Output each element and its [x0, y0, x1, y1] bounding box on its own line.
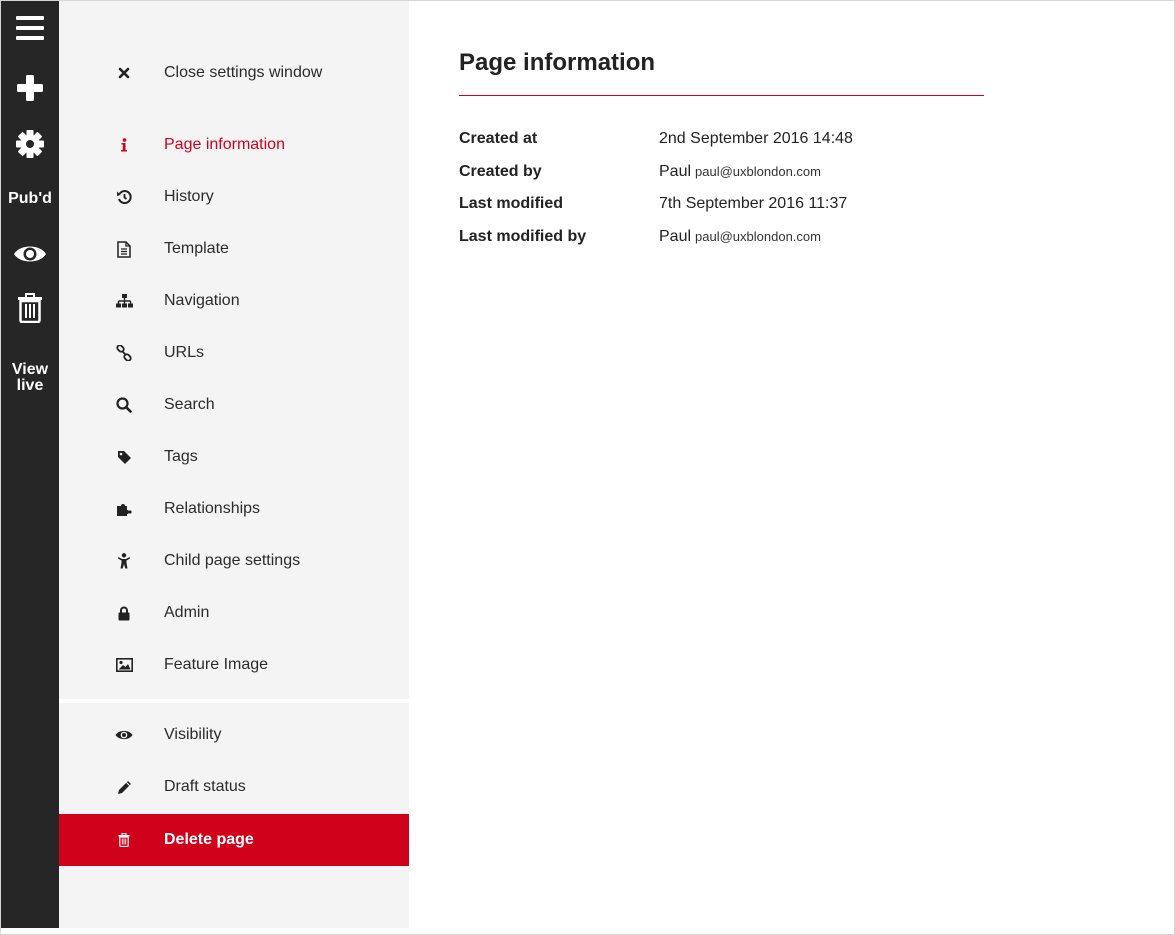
- trash-icon: [18, 293, 42, 323]
- link-icon: [114, 343, 134, 363]
- menu-item-label: URLs: [164, 344, 205, 361]
- info-row-last-modified-by: Last modified by Paul paul@uxblondon.com: [459, 221, 984, 254]
- menu-item-history[interactable]: History: [59, 171, 409, 223]
- menu-item-admin[interactable]: Admin: [59, 587, 409, 639]
- menu-item-label: Page information: [164, 136, 285, 153]
- menu-item-draft-status[interactable]: Draft status: [59, 761, 409, 813]
- view-live-button[interactable]: View live: [1, 362, 59, 394]
- document-icon: [114, 239, 134, 259]
- info-value: 2nd September 2016 14:48: [659, 130, 853, 148]
- delete-page-label: Delete page: [164, 831, 254, 848]
- menu-item-urls[interactable]: URLs: [59, 327, 409, 379]
- history-icon: [114, 187, 134, 207]
- settings-panel: Close settings window Page information H…: [59, 1, 409, 928]
- menu-item-label: Child page settings: [164, 552, 301, 569]
- info-label: Created at: [459, 130, 538, 148]
- menu-item-navigation[interactable]: Navigation: [59, 275, 409, 327]
- plus-icon: [17, 75, 43, 101]
- lock-icon: [114, 603, 134, 623]
- eye-icon: [14, 246, 46, 262]
- menu-item-label: Admin: [164, 604, 210, 621]
- info-value: Paul: [659, 227, 692, 245]
- close-settings-label: Close settings window: [164, 64, 323, 81]
- menu-item-label: Search: [164, 396, 215, 413]
- menu-item-label: Draft status: [164, 778, 246, 795]
- page-title: Page information: [459, 49, 656, 76]
- menu-item-label: Visibility: [164, 726, 222, 743]
- pencil-icon: [114, 777, 134, 797]
- gear-icon: [16, 130, 44, 158]
- left-toolbar: Pub'd View live: [1, 1, 59, 928]
- info-value: 7th September 2016 11:37: [659, 195, 848, 213]
- menu-item-feature-image[interactable]: Feature Image: [59, 639, 409, 691]
- menu-item-child-page-settings[interactable]: Child page settings: [59, 535, 409, 587]
- eye-icon: [114, 725, 134, 745]
- delete-page-button[interactable]: Delete page: [59, 814, 409, 866]
- info-row-last-modified: Last modified 7th September 2016 11:37: [459, 188, 984, 221]
- preview-button[interactable]: [1, 243, 59, 265]
- tag-icon: [114, 447, 134, 467]
- page-info-table: Created at 2nd September 2016 14:48 Crea…: [459, 123, 984, 253]
- menu-item-template[interactable]: Template: [59, 223, 409, 275]
- image-icon: [114, 655, 134, 675]
- menu-item-relationships[interactable]: Relationships: [59, 483, 409, 535]
- page-information-section: Page information Created at 2nd Septembe…: [459, 46, 984, 253]
- menu-item-label: History: [164, 188, 214, 205]
- search-icon: [114, 395, 134, 415]
- published-status-button[interactable]: Pub'd: [1, 190, 59, 208]
- menu-item-tags[interactable]: Tags: [59, 431, 409, 483]
- trash-icon: [114, 830, 134, 850]
- delete-toolbar-button[interactable]: [1, 293, 59, 323]
- published-status-label: Pub'd: [8, 190, 52, 207]
- sitemap-icon: [114, 291, 134, 311]
- title-divider: [459, 95, 984, 96]
- menu-item-label: Feature Image: [164, 656, 269, 673]
- info-value: Paul: [659, 162, 692, 180]
- menu-item-label: Navigation: [164, 292, 240, 309]
- child-icon: [114, 551, 134, 571]
- panel-divider: [59, 699, 409, 703]
- user-email: paul@uxblondon.com: [695, 229, 821, 245]
- view-live-line2: live: [16, 377, 44, 394]
- user-email: paul@uxblondon.com: [695, 164, 821, 180]
- info-row-created-by: Created by Paul paul@uxblondon.com: [459, 156, 984, 189]
- hamburger-icon: [16, 16, 44, 40]
- close-icon: [114, 63, 134, 83]
- puzzle-icon: [114, 499, 134, 519]
- info-label: Last modified: [459, 195, 564, 213]
- hamburger-menu-button[interactable]: [1, 15, 59, 41]
- info-label: Created by: [459, 162, 542, 180]
- menu-item-visibility[interactable]: Visibility: [59, 709, 409, 761]
- menu-item-label: Relationships: [164, 500, 261, 517]
- settings-button[interactable]: [1, 129, 59, 159]
- view-live-line1: View: [11, 361, 49, 378]
- menu-item-label: Tags: [164, 448, 198, 465]
- info-row-created-at: Created at 2nd September 2016 14:48: [459, 123, 984, 156]
- menu-item-page-information[interactable]: Page information: [59, 119, 409, 171]
- close-settings-button[interactable]: Close settings window: [59, 47, 409, 99]
- add-page-button[interactable]: [1, 74, 59, 102]
- menu-item-search[interactable]: Search: [59, 379, 409, 431]
- menu-item-label: Template: [164, 240, 229, 257]
- info-label: Last modified by: [459, 227, 587, 245]
- info-icon: [114, 135, 134, 155]
